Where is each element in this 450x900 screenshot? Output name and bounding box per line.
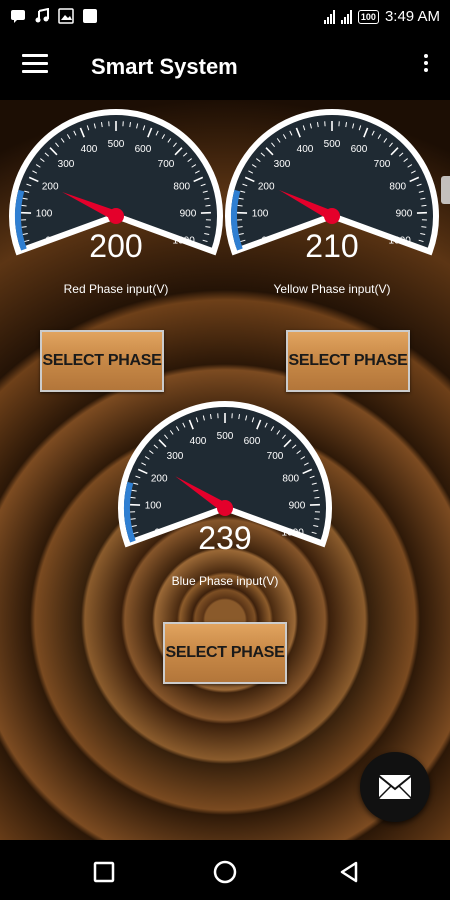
select-phase-label: SELECT PHASE: [42, 352, 162, 369]
gauge-red-phase: 0 100 200 300 400 500 600 700 800 900 1000 200 Red…: [8, 108, 224, 296]
notification-icons: [10, 8, 98, 24]
tick-label: 100: [36, 208, 53, 219]
tick-label: 600: [351, 144, 368, 155]
tick-label: 700: [267, 451, 284, 462]
home-circle-icon[interactable]: [213, 860, 237, 884]
tick-label: 500: [324, 139, 341, 150]
signal-icon: [323, 9, 335, 24]
tick-label: 600: [244, 436, 261, 447]
gauge-yellow-phase: 0 100 200 300 400 500 600 700 800 900 1000 210 Yel…: [224, 108, 440, 296]
gauge-value: 200: [89, 228, 143, 264]
clock: 3:49 AM: [384, 8, 440, 25]
main-content: 0 100 200 300 400 500 600 700 800 900 1000 200 Red…: [0, 100, 450, 840]
more-vert-icon[interactable]: [418, 54, 434, 80]
tick-label: 700: [374, 159, 391, 170]
tick-label: 200: [42, 182, 59, 193]
tick-label: 300: [274, 159, 291, 170]
signal-icon-2: [340, 9, 352, 24]
mail-icon: [378, 775, 412, 799]
select-phase-label: SELECT PHASE: [288, 352, 408, 369]
hamburger-menu-icon[interactable]: [22, 54, 48, 76]
minor-tick: [205, 204, 211, 207]
tick-label: 400: [190, 436, 207, 447]
gauge-needle-hub: [108, 208, 124, 224]
tick-label: 200: [258, 182, 275, 193]
tick-label: 400: [81, 144, 98, 155]
message-icon: [11, 10, 25, 23]
music-icon: [35, 8, 49, 23]
tick-label: 100: [252, 208, 269, 219]
tick-label: 700: [158, 159, 175, 170]
tick-label: 300: [167, 451, 184, 462]
app-title: Smart System: [91, 54, 238, 79]
recents-square-icon[interactable]: [92, 860, 116, 884]
tick-label: 100: [145, 500, 162, 511]
tick-label: 900: [180, 208, 197, 219]
minor-tick: [237, 204, 243, 207]
gauge-needle-hub: [324, 208, 340, 224]
gauge-blue-phase: 0 100 200 300 400 500 600 700 800 900 1000 239 Blu…: [117, 400, 333, 588]
notification-square-icon: [83, 9, 97, 23]
gauge-value: 210: [305, 228, 359, 264]
select-phase-label: SELECT PHASE: [165, 644, 285, 661]
scrollbar-thumb[interactable]: [441, 176, 450, 204]
minor-tick: [421, 204, 427, 207]
gauge-needle-hub: [217, 500, 233, 516]
minor-tick: [21, 204, 27, 207]
tick-label: 900: [289, 500, 306, 511]
tick-label: 800: [389, 182, 406, 193]
gauge-label: Yellow Phase input(V): [273, 282, 391, 296]
gauge-value: 239: [198, 520, 252, 556]
battery-icon: 100: [357, 9, 379, 24]
back-triangle-icon[interactable]: [337, 860, 361, 884]
image-icon: [58, 8, 74, 24]
tick-label: 200: [151, 474, 168, 485]
tick-label: 800: [282, 474, 299, 485]
select-phase-button-yellow[interactable]: SELECT PHASE: [286, 330, 410, 392]
tick-label: 400: [297, 144, 314, 155]
tick-label: 500: [108, 139, 125, 150]
select-phase-button-red[interactable]: SELECT PHASE: [40, 330, 164, 392]
tick-label: 900: [396, 208, 413, 219]
status-bar: 100 3:49 AM: [0, 0, 450, 34]
select-phase-button-blue[interactable]: SELECT PHASE: [163, 622, 287, 684]
system-status: 100 3:49 AM: [323, 8, 440, 25]
app-bar: Smart System: [0, 34, 450, 100]
minor-tick: [314, 496, 320, 499]
tick-label: 300: [58, 159, 75, 170]
tick-label: 600: [135, 144, 152, 155]
tick-label: 500: [217, 431, 234, 442]
minor-tick: [130, 496, 136, 499]
mail-fab-button[interactable]: [360, 752, 430, 822]
gauge-label: Blue Phase input(V): [171, 574, 279, 588]
tick-label: 800: [173, 182, 190, 193]
system-navigation-bar: [0, 840, 450, 900]
gauge-label: Red Phase input(V): [63, 282, 169, 296]
